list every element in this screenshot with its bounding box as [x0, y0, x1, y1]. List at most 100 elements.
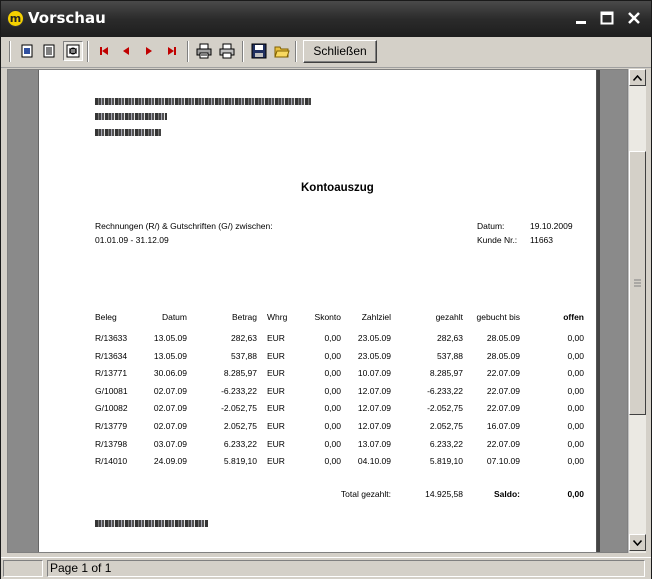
toolbar: Schließen [1, 37, 651, 68]
single-page-button[interactable] [17, 41, 37, 61]
last-page-button[interactable] [162, 41, 182, 61]
close-window-button[interactable] [623, 8, 645, 30]
table-cell: EUR [267, 421, 285, 431]
title-bar[interactable]: m Vorschau [1, 1, 651, 37]
table-cell: 30.06.09 [153, 368, 187, 379]
print-setup-icon [196, 43, 212, 59]
close-preview-button[interactable]: Schließen [303, 40, 377, 63]
table-cell: EUR [267, 456, 285, 467]
table-cell: 6.233,22 [429, 438, 463, 449]
table-cell: 0,00 [324, 385, 341, 396]
toolbar-separator [9, 41, 11, 62]
print-button[interactable] [217, 41, 237, 61]
date-label: Datum: [477, 221, 505, 231]
table-cell: 22.07.09 [486, 368, 520, 379]
column-header: Beleg [95, 312, 117, 322]
table-cell: R/13633 [95, 333, 128, 343]
vertical-scrollbar[interactable] [628, 69, 646, 553]
table-cell: 0,00 [567, 385, 584, 396]
table-cell: R/13779 [95, 421, 128, 431]
maximize-button[interactable] [596, 8, 618, 30]
table-cell: 0,00 [324, 350, 341, 361]
table-cell: 2.052,75 [429, 421, 463, 431]
table-cell: 28.05.09 [486, 350, 520, 361]
table-cell: 16.07.09 [486, 421, 520, 431]
last-page-icon [168, 47, 176, 55]
scroll-thumb[interactable] [629, 151, 646, 415]
table-cell: 282,63 [437, 333, 463, 343]
table-cell: 23.05.09 [357, 333, 391, 343]
scroll-up-button[interactable] [629, 69, 646, 86]
scroll-down-button[interactable] [629, 534, 646, 551]
save-button[interactable] [249, 41, 269, 61]
maximize-icon [600, 11, 614, 25]
toolbar-separator [242, 41, 244, 62]
first-page-icon [100, 47, 108, 55]
redacted-address-line [95, 129, 161, 136]
save-icon [251, 43, 267, 59]
table-cell: 0,00 [324, 333, 341, 343]
table-cell: 13.05.09 [153, 350, 187, 361]
multi-page-icon [43, 44, 55, 58]
first-page-button[interactable] [94, 41, 114, 61]
table-cell: 0,00 [324, 456, 341, 467]
column-header: Whrg [267, 312, 288, 322]
total-value: 14.925,58 [425, 489, 463, 499]
table-cell: 22.07.09 [486, 385, 520, 396]
table-cell: EUR [267, 403, 285, 414]
minimize-button[interactable] [570, 8, 592, 30]
table-cell: 23.05.09 [357, 350, 391, 361]
table-cell: 02.07.09 [153, 421, 187, 431]
table-cell: R/14010 [95, 456, 128, 467]
app-logo-icon: m [7, 10, 24, 27]
table-cell: 8.285,97 [223, 368, 257, 379]
page-width-icon [66, 44, 80, 58]
table-cell: 5.819,10 [223, 456, 257, 467]
chevron-up-icon [633, 74, 642, 81]
table-cell: 10.07.09 [357, 368, 391, 379]
close-icon [628, 12, 640, 24]
table-cell: 537,88 [231, 350, 257, 361]
single-page-icon [21, 44, 33, 58]
multi-page-button[interactable] [39, 41, 59, 61]
table-cell: EUR [267, 333, 285, 343]
table-cell: 12.07.09 [357, 421, 391, 431]
table-cell: 5.819,10 [429, 456, 463, 467]
table-cell: 03.07.09 [153, 438, 187, 449]
table-cell: 13.07.09 [357, 438, 391, 449]
status-panel-left [3, 560, 43, 577]
table-cell: 28.05.09 [486, 333, 520, 343]
table-cell: EUR [267, 368, 285, 379]
column-header: gebucht bis [476, 312, 520, 322]
table-cell: 0,00 [324, 403, 341, 414]
previous-page-icon [123, 47, 129, 55]
page-width-button[interactable] [63, 41, 83, 61]
next-page-button[interactable] [139, 41, 159, 61]
column-header: gezahlt [435, 312, 463, 322]
toolbar-separator [187, 41, 189, 62]
table-cell: EUR [267, 438, 285, 449]
print-icon [219, 43, 235, 59]
table-cell: -2.052,75 [427, 403, 463, 414]
table-cell: 07.10.09 [486, 456, 520, 467]
table-cell: 0,00 [567, 403, 584, 414]
table-cell: G/10082 [95, 403, 128, 414]
column-header: Zahlziel [361, 312, 391, 322]
range-label: Rechnungen (R/) & Gutschriften (G/) zwis… [95, 221, 273, 231]
table-cell: EUR [267, 350, 285, 361]
minimize-icon [576, 21, 586, 24]
preview-viewport[interactable]: Kontoauszug Rechnungen (R/) & Gutschrift… [7, 69, 628, 553]
redacted-address-line [95, 113, 167, 120]
table-cell: R/13798 [95, 438, 128, 449]
open-folder-icon [274, 46, 290, 58]
table-cell: 02.07.09 [153, 403, 187, 414]
table-cell: 0,00 [567, 368, 584, 379]
previous-page-button[interactable] [116, 41, 136, 61]
toolbar-separator [87, 41, 89, 62]
saldo-label: Saldo: [494, 489, 520, 499]
total-label: Total gezahlt: [340, 489, 391, 499]
open-button[interactable] [272, 41, 292, 61]
table-cell: -6.233,22 [221, 385, 257, 396]
print-setup-button[interactable] [194, 41, 214, 61]
table-cell: 24.09.09 [153, 456, 187, 467]
